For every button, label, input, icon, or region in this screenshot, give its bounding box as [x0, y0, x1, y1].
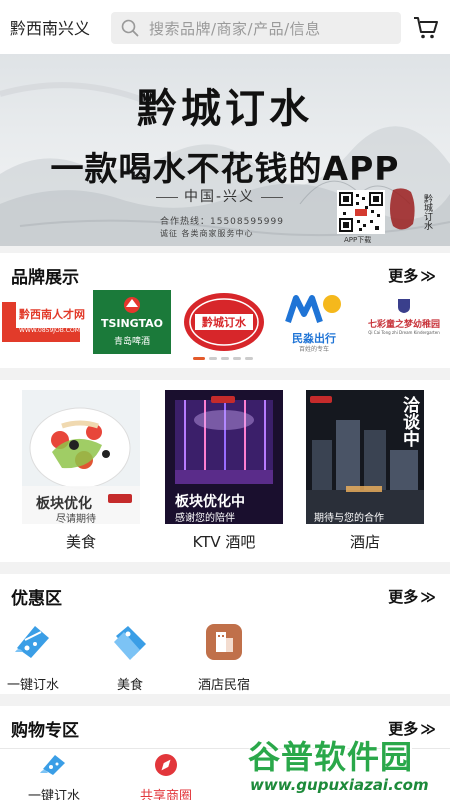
nav-label: 一键订水	[27, 789, 80, 800]
banner-invite: 诚征 各类商家服务中心	[160, 229, 254, 238]
indicator-dot	[193, 357, 205, 360]
carousel-indicator	[193, 357, 253, 360]
brand-name: 黔城订水	[202, 316, 246, 329]
site-watermark: 谷普软件园 www.gupuxiazai.com	[248, 732, 448, 800]
indicator-dot	[221, 357, 229, 360]
discount-item-food[interactable]: 美食	[90, 622, 170, 693]
app-screen: 黔西南兴义 搜索品牌/商家/产品/信息 黔城订水 一款喝水不花钱的APP 中国-…	[0, 0, 450, 800]
more-label: 更多	[388, 588, 419, 606]
discount-label: 酒店民宿	[197, 678, 250, 693]
search-icon	[121, 19, 139, 37]
double-chevron-icon: ≫	[420, 267, 436, 285]
section-header: 品牌展示 更多 ≫	[0, 253, 450, 295]
calligraphy-text: 黔城订水	[422, 194, 432, 230]
section-title: 优惠区	[11, 589, 62, 609]
section-title: 购物专区	[11, 721, 79, 741]
banner-title: 黔城订水	[137, 85, 313, 132]
category-label: 酒店	[349, 533, 380, 551]
brand-logo-tsingtao[interactable]: TSINGTAO 青岛啤酒	[93, 290, 171, 354]
brand-logo-minmiao[interactable]: 民淼出行 百姓的专车	[278, 290, 350, 354]
category-label: KTV 酒吧	[192, 533, 256, 551]
indicator-dot	[245, 357, 253, 360]
promo-banner[interactable]: 黔城订水 一款喝水不花钱的APP 中国-兴义 合作热线：15508595999 …	[0, 54, 450, 246]
kindergarten-shield-icon	[398, 299, 410, 313]
brand-carousel[interactable]: 黔西南人才网 WWW.0859JOB.COM TSINGTAO 青岛啤酒 黔城订…	[0, 290, 450, 360]
discount-label: 美食	[116, 678, 143, 693]
discount-item-hotel[interactable]: 酒店民宿	[184, 622, 264, 693]
watermark-url: www.gupuxiazai.com	[250, 776, 429, 794]
indicator-dot	[209, 357, 217, 360]
discount-section: 优惠区 更多 ≫ 一键订水 美食 酒店民宿	[0, 574, 450, 694]
brand-sub: Qi Cai Tong zhi Dream Kindergarten	[368, 330, 440, 335]
tsingtao-emblem-icon	[124, 297, 140, 313]
food-tag-icon	[114, 626, 146, 660]
more-label: 更多	[388, 267, 419, 285]
city-selector[interactable]: 黔西南兴义	[0, 15, 100, 39]
watermark-text: 谷普软件园	[248, 738, 414, 776]
banner-subtitle: 一款喝水不花钱的APP	[50, 149, 400, 188]
card-overlay-sub: 尽请期待	[56, 514, 96, 524]
banner-location: 中国-兴义	[150, 186, 289, 206]
brand-showcase: 品牌展示 更多 ≫ 黔西南人才网 WWW.0859JOB.COM TSINGTA…	[0, 253, 450, 368]
card-overlay-sub: 感谢您的陪伴	[175, 513, 235, 524]
card-overlay-text: 板块优化中	[175, 494, 245, 510]
more-link[interactable]: 更多 ≫	[388, 586, 436, 607]
nav-label: 共享商圈	[139, 789, 192, 800]
nav-tab-order-water[interactable]: 一键订水	[14, 753, 94, 800]
top-header: 黔西南兴义 搜索品牌/商家/产品/信息	[0, 0, 450, 54]
brand-logo-rencai[interactable]: 黔西南人才网 WWW.0859JOB.COM	[2, 290, 85, 354]
cart-icon[interactable]	[413, 16, 439, 40]
water-ticket-icon	[15, 626, 49, 658]
minmiao-logo-icon	[285, 295, 341, 323]
banner-hotline: 合作热线：15508595999	[160, 217, 284, 227]
brand-name: 七彩童之梦幼稚园	[367, 320, 440, 330]
search-placeholder: 搜索品牌/商家/产品/信息	[149, 19, 321, 38]
double-chevron-icon: ≫	[420, 588, 436, 606]
brand-name: TSINGTAO	[100, 317, 164, 330]
compass-icon	[155, 754, 177, 776]
card-overlay-text: 洽谈中	[399, 396, 419, 447]
brand-sub: 百姓的专车	[298, 346, 329, 353]
category-card-ktv[interactable]: 板块优化中 感谢您的陪伴	[165, 390, 283, 524]
category-section: 板块优化 尽请期待 美食 板块优化中 感谢您的陪伴 KTV 酒吧 洽谈中 期待与…	[0, 380, 450, 562]
brand-logo-qiancheng[interactable]: 黔城订水	[183, 290, 265, 354]
more-link[interactable]: 更多 ≫	[388, 265, 436, 286]
nav-tab-shared-business[interactable]: 共享商圈	[126, 753, 206, 800]
discount-label: 一键订水	[6, 678, 59, 693]
brand-sub: WWW.0859JOB.COM	[19, 327, 80, 334]
brand-name: 黔西南人才网	[19, 308, 85, 321]
hotel-icon	[206, 624, 242, 660]
search-bar[interactable]: 搜索品牌/商家/产品/信息	[111, 12, 401, 44]
app-download-label: APP下载	[344, 236, 372, 244]
indicator-dot	[233, 357, 241, 360]
section-header: 优惠区 更多 ≫	[0, 574, 450, 616]
water-ticket-icon	[40, 755, 65, 775]
category-card-food[interactable]: 板块优化 尽请期待	[22, 390, 140, 524]
brand-sub: 青岛啤酒	[113, 337, 150, 347]
section-title: 品牌展示	[11, 268, 79, 288]
brand-logo-kindergarten[interactable]: 七彩童之梦幼稚园 Qi Cai Tong zhi Dream Kindergar…	[360, 290, 448, 354]
discount-item-water[interactable]: 一键订水	[0, 622, 73, 693]
category-label: 美食	[65, 533, 96, 551]
card-overlay-sub: 期待与您的合作	[314, 513, 384, 524]
qr-code-icon	[337, 190, 385, 234]
category-card-hotel[interactable]: 洽谈中 期待与您的合作	[306, 390, 424, 524]
